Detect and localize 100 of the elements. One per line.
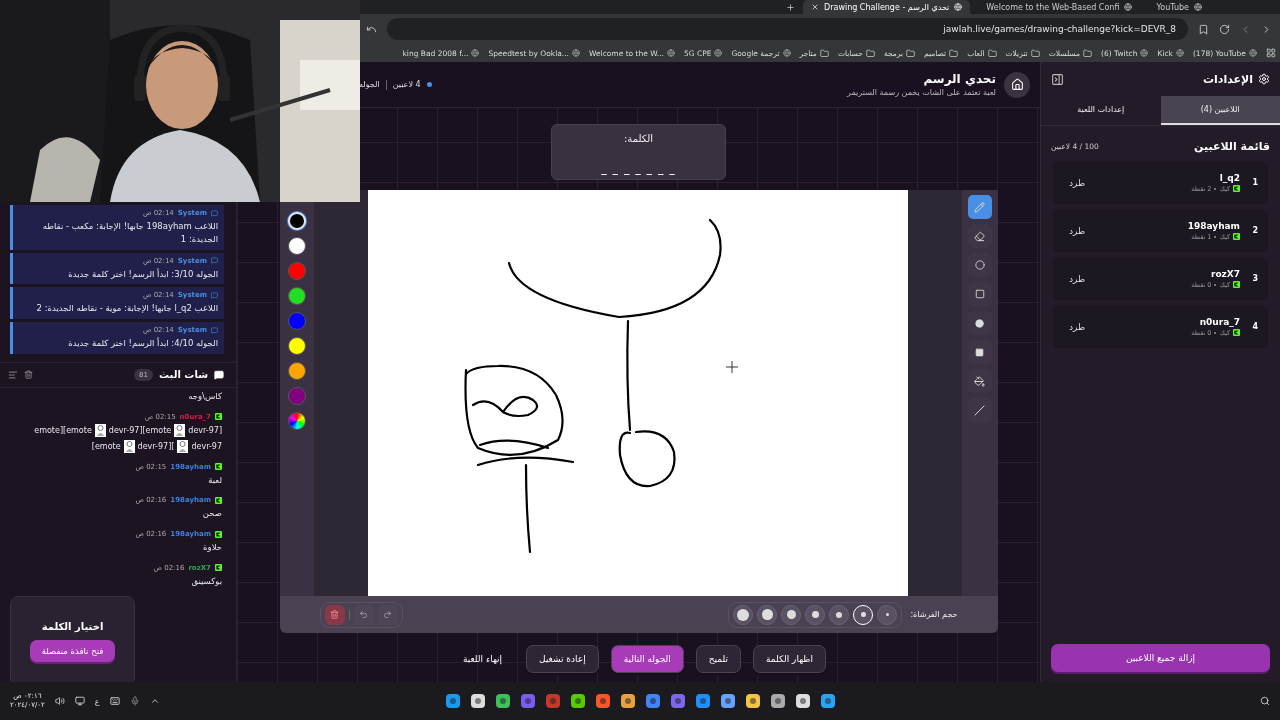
taskbar-app-icon[interactable]: [469, 693, 486, 709]
browser-tab[interactable]: YouTube: [1148, 0, 1210, 14]
taskbar-app-icon[interactable]: [819, 693, 836, 709]
address-bar[interactable]: jawlah.live/games/drawing-challenge?kick=DEVR_8: [387, 18, 1188, 40]
tool-button[interactable]: [967, 311, 992, 335]
taskbar-app-icon[interactable]: [444, 693, 461, 709]
site-icon: [782, 49, 791, 57]
trash-icon[interactable]: [24, 370, 33, 380]
kick-button[interactable]: طرد: [1063, 319, 1092, 334]
brush-size-button[interactable]: [757, 604, 778, 625]
pencil-icon: [974, 201, 985, 213]
message-text: devr-97]: [188, 425, 222, 435]
brush-size-label: حجم الفرشاة:: [910, 610, 958, 619]
folder-icon: [949, 48, 959, 58]
new-tab-icon[interactable]: [786, 2, 796, 12]
brush-size-button[interactable]: [805, 604, 826, 625]
action-button[interactable]: إعادة تشغيل: [526, 645, 599, 673]
tool-button[interactable]: [967, 224, 992, 248]
square-icon: [974, 289, 985, 299]
player-rank: 4: [1251, 322, 1258, 331]
taskbar-app-icon[interactable]: [719, 693, 736, 709]
undo-button[interactable]: [353, 604, 374, 625]
reload-icon[interactable]: [1219, 23, 1230, 35]
home-icon: [1010, 78, 1024, 91]
players-status: 4 لاعبين: [392, 80, 421, 89]
action-button[interactable]: الجوله التالية: [610, 645, 684, 673]
apps-icon[interactable]: [1266, 48, 1276, 58]
collapse-panel-icon[interactable]: [1051, 72, 1064, 86]
brush-size-button[interactable]: [781, 604, 802, 625]
kick-button[interactable]: طرد: [1063, 223, 1092, 238]
platform-icon: [215, 463, 222, 470]
paint-bucket-icon: [974, 375, 985, 387]
search-icon[interactable]: [1260, 696, 1270, 706]
taskbar-app-icon[interactable]: [794, 693, 811, 709]
site-icon: [714, 49, 723, 57]
color-swatch[interactable]: [287, 312, 306, 330]
clear-button[interactable]: [324, 604, 345, 625]
remove-all-button[interactable]: إزالة جميع اللاعبين: [1051, 644, 1270, 672]
taskbar-app-icon[interactable]: [619, 693, 636, 709]
message-icon: [211, 209, 218, 217]
brush-size-button[interactable]: [733, 604, 754, 625]
tool-button[interactable]: [967, 369, 992, 393]
filled-square-icon: [975, 347, 984, 357]
message-icon: [211, 291, 218, 299]
taskbar-app-icon[interactable]: [569, 693, 586, 709]
list-title: قائمة اللاعبين: [1194, 140, 1270, 153]
color-swatch[interactable]: [287, 337, 306, 355]
folder-icon: [819, 48, 829, 58]
site-icon: [1175, 49, 1184, 57]
kick-button[interactable]: طرد: [1063, 271, 1092, 286]
redo-button[interactable]: [377, 604, 398, 625]
platform-icon: [1233, 329, 1240, 336]
panel-tab[interactable]: اللاعبين (4): [1160, 96, 1280, 125]
taskbar-app-icon[interactable]: [594, 693, 611, 709]
color-swatch[interactable]: [287, 237, 306, 255]
action-button[interactable]: تلميح: [695, 645, 742, 673]
platform-icon: [215, 564, 222, 572]
eraser-icon: [974, 230, 985, 242]
home-button[interactable]: [1004, 71, 1030, 98]
browser-tab[interactable]: Drawing Challenge - تحدي الرسم: [803, 0, 971, 14]
message-text: صحن: [201, 507, 222, 520]
kick-button[interactable]: طرد: [1063, 175, 1092, 190]
color-swatch[interactable]: [287, 287, 306, 305]
platform-icon: [215, 413, 222, 420]
taskbar-app-icon[interactable]: [769, 693, 786, 709]
browser-tab[interactable]: Welcome to the Web-Based Confi: [978, 0, 1141, 14]
player-name: rozX7: [1210, 268, 1240, 279]
bookmark-icon[interactable]: [1198, 23, 1209, 35]
taskbar-app-icon[interactable]: [694, 693, 711, 709]
game-title: تحدي الرسم: [922, 72, 996, 86]
chat-title: شات البث: [159, 369, 208, 381]
player-rank: 3: [1251, 274, 1258, 283]
color-picker[interactable]: [287, 412, 306, 430]
action-button[interactable]: إنهاء اللعبة: [451, 645, 515, 673]
globe-icon: [1124, 3, 1133, 11]
undo-icon: [359, 610, 368, 619]
tray-expand-icon[interactable]: [149, 696, 160, 706]
panel-tab[interactable]: إعدادات اللعبة: [1041, 96, 1161, 125]
volume-icon[interactable]: [54, 696, 65, 706]
color-swatch[interactable]: [287, 387, 306, 405]
message-text: الجوله 4/10: ابدأ الرسم! اختر كلمة جديدة: [67, 337, 218, 350]
round-label: الجوله: [359, 80, 380, 89]
open-window-button[interactable]: فتح نافذة منفصلة: [29, 639, 116, 662]
microphone-icon[interactable]: [129, 696, 140, 706]
brush-size-button[interactable]: [829, 604, 850, 625]
close-icon[interactable]: [811, 3, 820, 11]
taskbar-app-icon[interactable]: [744, 693, 761, 709]
display-icon[interactable]: [74, 696, 85, 706]
color-swatch[interactable]: [287, 262, 306, 280]
tool-button[interactable]: [967, 282, 992, 306]
keyboard-icon[interactable]: [109, 696, 120, 706]
language-indicator[interactable]: ع: [94, 696, 100, 706]
action-button[interactable]: اظهار الكلمة: [753, 645, 826, 673]
layout-icon[interactable]: [8, 369, 18, 380]
taskbar-app-icon[interactable]: [494, 693, 511, 709]
platform-icon: [215, 530, 222, 538]
tool-button[interactable]: [967, 195, 992, 219]
site-icon: [1140, 49, 1149, 57]
color-swatch[interactable]: [287, 362, 306, 380]
tool-button[interactable]: [967, 340, 992, 364]
